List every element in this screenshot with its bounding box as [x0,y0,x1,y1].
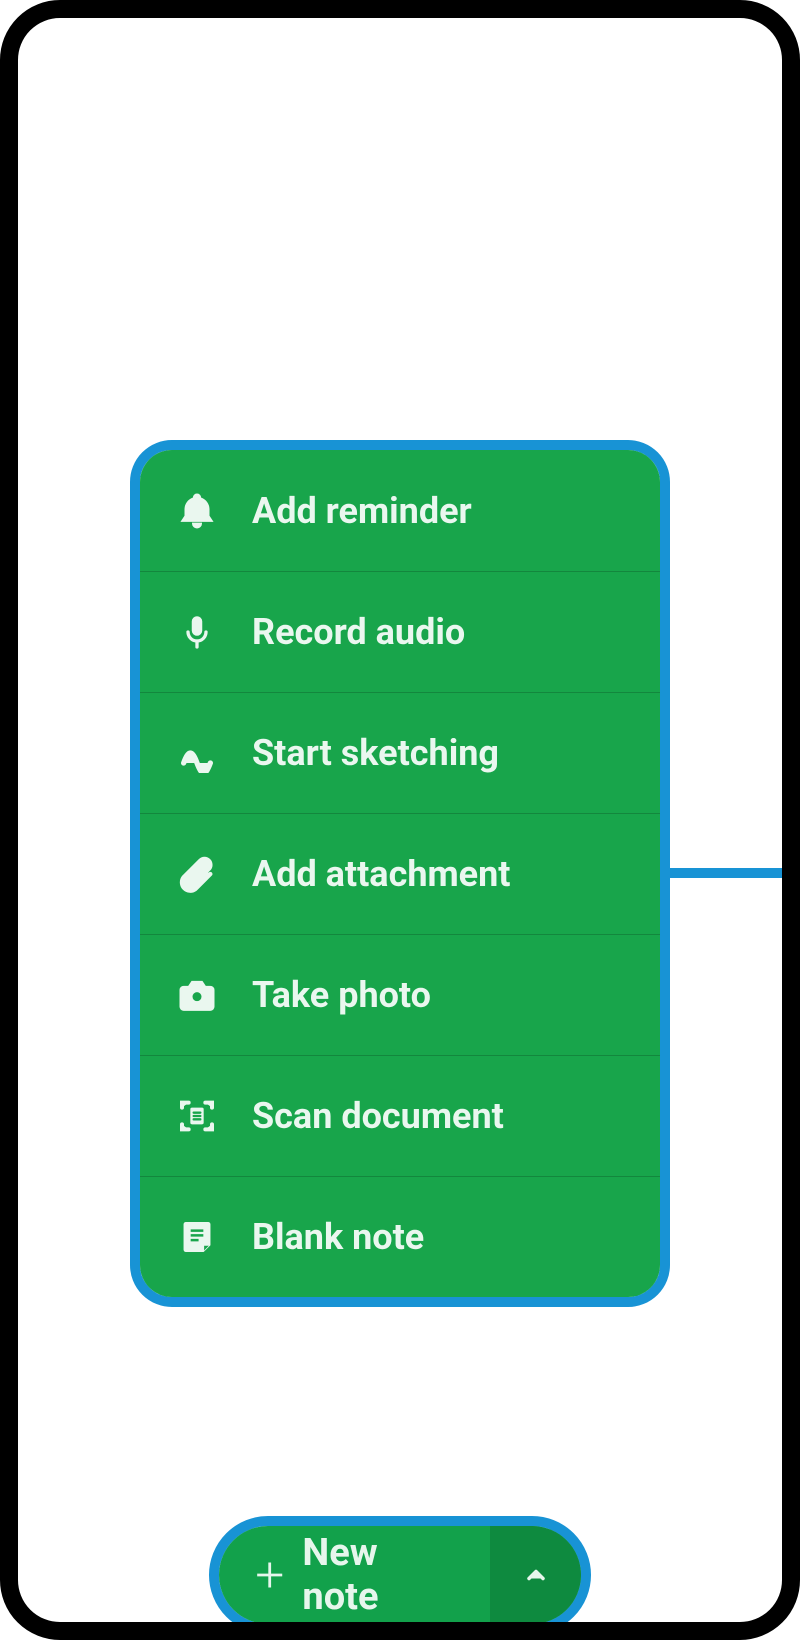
chevron-up-icon [522,1561,550,1589]
section-date-label: MARCH 2020 [46,220,754,250]
notes-count: (104) [262,148,349,190]
new-note-type-menu: Add reminder Record audio Start sketchin… [130,440,670,1307]
plus-icon [253,1558,286,1592]
microphone-icon [174,609,220,655]
paperclip-icon [174,851,220,897]
menu-item-label: Scan document [252,1095,504,1137]
menu-item-scan-document[interactable]: Scan document [140,1055,660,1176]
battery-icon [653,36,669,64]
search-icon[interactable] [702,1550,746,1594]
menu-item-record-audio[interactable]: Record audio [140,571,660,692]
bell-icon [174,488,220,534]
menu-item-take-photo[interactable]: Take photo [140,934,660,1055]
scan-icon [174,1093,220,1139]
new-note-fab-container: New note [209,1516,591,1622]
status-bar: 12:30 [18,18,782,74]
note-icon [174,1214,220,1260]
new-note-label: New note [302,1531,460,1619]
menu-item-add-reminder[interactable]: Add reminder [140,450,660,571]
menu-item-start-sketching[interactable]: Start sketching [140,692,660,813]
page-title: All Notes [46,136,248,194]
signal-icon [621,38,645,62]
menu-item-blank-note[interactable]: Blank note [140,1176,660,1297]
status-time: 12:30 [677,33,754,68]
note-title: Walk [46,1317,754,1357]
new-note-button[interactable]: New note [219,1531,490,1619]
sketch-icon [174,730,220,776]
app-screen: 12:30 All Notes (104) MARCH 2020 Meeting… [18,18,782,1622]
menu-item-label: Start sketching [252,732,499,774]
menu-item-add-attachment[interactable]: Add attachment [140,813,660,934]
menu-item-label: Take photo [252,974,431,1016]
camera-icon [174,972,220,1018]
menu-item-label: Add reminder [252,490,472,532]
tutorial-highlight-fab: New note [209,1516,591,1622]
menu-item-label: Add attachment [252,853,510,895]
wifi-icon [585,38,613,62]
tutorial-highlight-menu: Add reminder Record audio Start sketchin… [130,440,670,1307]
menu-icon[interactable] [54,1550,98,1594]
menu-item-label: Blank note [252,1216,424,1258]
menu-item-label: Record audio [252,611,465,653]
note-snippet: Client wants a 2-bedroom provided that i… [46,351,466,432]
new-note-expand-button[interactable] [490,1526,581,1622]
